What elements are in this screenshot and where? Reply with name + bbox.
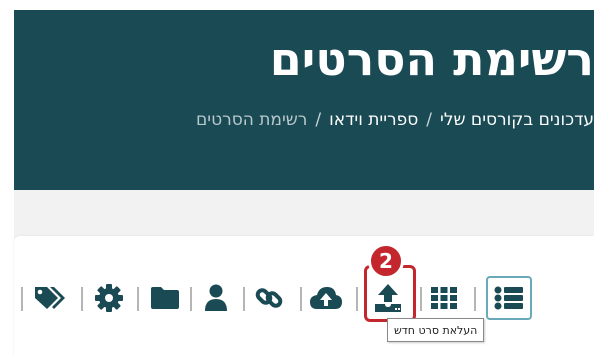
folder-icon[interactable] [147,280,183,316]
toolbar-separator [356,287,358,311]
toolbar-separator [81,287,83,311]
toolbar-separator [190,287,192,311]
step-number-badge: 2 [368,243,404,279]
grid-view-icon[interactable] [426,280,462,316]
link-icon[interactable] [251,280,287,316]
list-view-icon[interactable] [486,276,532,320]
user-icon[interactable] [198,280,234,316]
toolbar-separator [137,287,139,311]
toolbar [0,0,594,356]
cloud-upload-icon[interactable] [308,280,344,316]
upload-tooltip: העלאת סרט חדש [387,318,485,342]
toolbar-separator [243,287,245,311]
toolbar-separator [474,287,476,311]
toolbar-separator [420,287,422,311]
tags-icon[interactable] [32,280,68,316]
gear-icon[interactable] [91,280,127,316]
toolbar-separator [21,287,23,311]
toolbar-separator [300,287,302,311]
